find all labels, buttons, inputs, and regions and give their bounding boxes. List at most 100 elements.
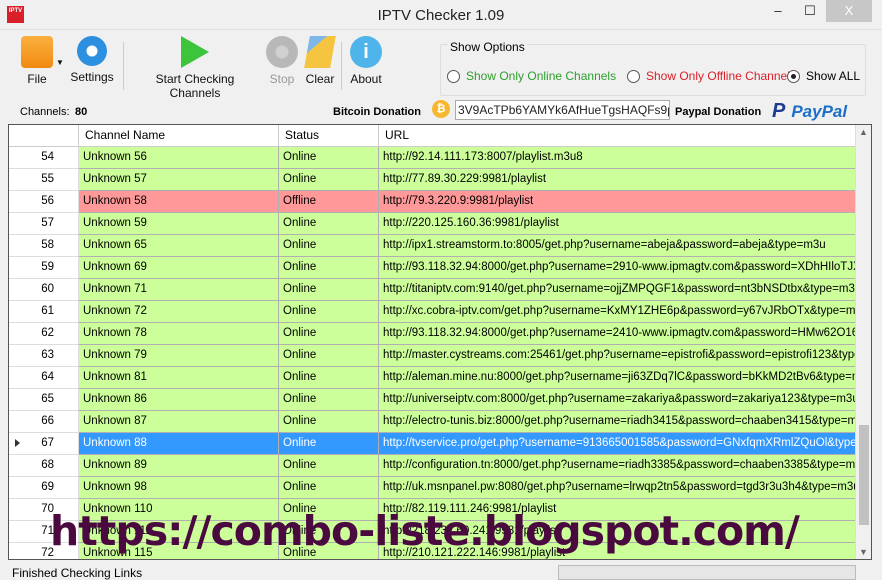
cell-channel-name[interactable]: Unknown 57 [79, 169, 279, 191]
row-number[interactable]: 63 [9, 345, 79, 367]
maximize-button[interactable]: ☐ [792, 0, 828, 22]
row-number[interactable]: 71 [9, 521, 79, 543]
table-row[interactable]: 63 Unknown 79 Online http://master.cystream… [9, 345, 857, 367]
scrollbar-thumb[interactable] [859, 425, 869, 525]
cell-url[interactable]: http://tvservice.pro/get.php?username=91… [379, 433, 856, 455]
cell-channel-name[interactable]: Unknown 72 [79, 301, 279, 323]
table-row[interactable]: 57 Unknown 59 Online http://220.125.160.36:… [9, 213, 857, 235]
scroll-down-icon[interactable]: ▼ [859, 547, 868, 557]
cell-channel-name[interactable]: Unknown 111 [79, 521, 279, 543]
cell-status[interactable]: Online [279, 411, 379, 433]
table-row[interactable]: 64 Unknown 81 Online http://aleman.mine.nu:… [9, 367, 857, 389]
table-row[interactable]: 55 Unknown 57 Online http://77.89.30.229:99… [9, 169, 857, 191]
cell-status[interactable]: Online [279, 301, 379, 323]
table-row[interactable]: 69 Unknown 98 Online http://uk.msnpanel.pw:… [9, 477, 857, 499]
stop-button[interactable]: Stop [264, 36, 300, 86]
table-row[interactable]: 61 Unknown 72 Online http://xc.cobra-iptv.c… [9, 301, 857, 323]
column-header-status[interactable]: Status [279, 125, 379, 146]
row-number[interactable]: 67 [9, 433, 79, 455]
cell-channel-name[interactable]: Unknown 79 [79, 345, 279, 367]
cell-status[interactable]: Online [279, 499, 379, 521]
table-row[interactable]: 71 Unknown 111 Online http://218.237.60.241… [9, 521, 857, 543]
cell-channel-name[interactable]: Unknown 78 [79, 323, 279, 345]
close-button[interactable]: X [826, 0, 872, 22]
row-number[interactable]: 60 [9, 279, 79, 301]
row-number[interactable]: 56 [9, 191, 79, 213]
row-number[interactable]: 65 [9, 389, 79, 411]
minimize-button[interactable]: – [760, 0, 796, 22]
radio-button[interactable] [787, 69, 800, 83]
radio-button[interactable] [447, 69, 460, 83]
cell-status[interactable]: Online [279, 323, 379, 345]
cell-status[interactable]: Online [279, 433, 379, 455]
cell-status[interactable]: Online [279, 389, 379, 411]
row-number[interactable]: 61 [9, 301, 79, 323]
row-number[interactable]: 55 [9, 169, 79, 191]
cell-url[interactable]: http://electro-tunis.biz:8000/get.php?us… [379, 411, 856, 433]
table-row[interactable]: 66 Unknown 87 Online http://electro-tunis.b… [9, 411, 857, 433]
column-header-url[interactable]: URL [379, 125, 856, 146]
cell-channel-name[interactable]: Unknown 87 [79, 411, 279, 433]
radio-show-offline[interactable]: Show Only Offline Channels [627, 69, 796, 83]
cell-url[interactable]: http://79.3.220.9:9981/playlist [379, 191, 856, 213]
cell-url[interactable]: http://92.14.111.173:8007/playlist.m3u8 [379, 147, 856, 169]
row-number[interactable]: 54 [9, 147, 79, 169]
cell-status[interactable]: Online [279, 543, 379, 559]
cell-channel-name[interactable]: Unknown 88 [79, 433, 279, 455]
table-row[interactable]: 70 Unknown 110 Online http://82.119.111.246… [9, 499, 857, 521]
settings-button[interactable]: Settings [70, 36, 114, 84]
cell-channel-name[interactable]: Unknown 110 [79, 499, 279, 521]
cell-channel-name[interactable]: Unknown 69 [79, 257, 279, 279]
cell-channel-name[interactable]: Unknown 98 [79, 477, 279, 499]
radio-button[interactable] [627, 69, 640, 83]
cell-status[interactable]: Online [279, 257, 379, 279]
cell-url[interactable]: http://93.118.32.94:8000/get.php?usernam… [379, 323, 856, 345]
row-number[interactable]: 58 [9, 235, 79, 257]
table-row[interactable]: 68 Unknown 89 Online http://configuration.t… [9, 455, 857, 477]
table-row[interactable]: 60 Unknown 71 Online http://titaniptv.com:9… [9, 279, 857, 301]
cell-status[interactable]: Online [279, 345, 379, 367]
column-header-channel-name[interactable]: Channel Name [79, 125, 279, 146]
table-row[interactable]: 65 Unknown 86 Online http://universeiptv.co… [9, 389, 857, 411]
cell-channel-name[interactable]: Unknown 115 [79, 543, 279, 559]
cell-status[interactable]: Online [279, 521, 379, 543]
file-button[interactable]: ▼ File [12, 36, 64, 86]
row-number[interactable]: 64 [9, 367, 79, 389]
radio-show-online[interactable]: Show Only Online Channels [447, 69, 616, 83]
cell-url[interactable]: http://master.cystreams.com:25461/get.ph… [379, 345, 856, 367]
cell-url[interactable]: http://aleman.mine.nu:8000/get.php?usern… [379, 367, 856, 389]
cell-url[interactable]: http://uk.msnpanel.pw:8080/get.php?usern… [379, 477, 856, 499]
cell-status[interactable]: Online [279, 367, 379, 389]
row-number[interactable]: 69 [9, 477, 79, 499]
vertical-scrollbar[interactable]: ▲ ▼ [855, 125, 871, 559]
cell-channel-name[interactable]: Unknown 81 [79, 367, 279, 389]
table-row[interactable]: 56 Unknown 58 Offline http://79.3.220.9:998… [9, 191, 857, 213]
cell-status[interactable]: Online [279, 455, 379, 477]
cell-status[interactable]: Online [279, 169, 379, 191]
cell-url[interactable]: http://77.89.30.229:9981/playlist [379, 169, 856, 191]
cell-url[interactable]: http://220.125.160.36:9981/playlist [379, 213, 856, 235]
table-row[interactable]: 67 Unknown 88 Online http://tvservice.pro/g… [9, 433, 857, 455]
cell-status[interactable]: Online [279, 147, 379, 169]
cell-channel-name[interactable]: Unknown 56 [79, 147, 279, 169]
start-checking-button[interactable]: Start Checking Channels [129, 36, 261, 100]
table-row[interactable]: 58 Unknown 65 Online http://ipx1.streamstor… [9, 235, 857, 257]
table-row[interactable]: 59 Unknown 69 Online http://93.118.32.94:80… [9, 257, 857, 279]
cell-channel-name[interactable]: Unknown 59 [79, 213, 279, 235]
cell-channel-name[interactable]: Unknown 58 [79, 191, 279, 213]
cell-channel-name[interactable]: Unknown 89 [79, 455, 279, 477]
paypal-logo[interactable]: P PayPal [772, 100, 847, 123]
cell-url[interactable]: http://titaniptv.com:9140/get.php?userna… [379, 279, 856, 301]
row-number[interactable]: 72 [9, 543, 79, 559]
cell-status[interactable]: Online [279, 235, 379, 257]
row-number[interactable]: 57 [9, 213, 79, 235]
cell-url[interactable]: http://93.118.32.94:8000/get.php?usernam… [379, 257, 856, 279]
table-row[interactable]: 62 Unknown 78 Online http://93.118.32.94:80… [9, 323, 857, 345]
scroll-up-icon[interactable]: ▲ [859, 127, 868, 137]
cell-url[interactable]: http://82.119.111.246:9981/playlist [379, 499, 856, 521]
cell-url[interactable]: http://210.121.222.146:9981/playlist [379, 543, 856, 559]
table-row[interactable]: 54 Unknown 56 Online http://92.14.111.173:8… [9, 147, 857, 169]
row-number[interactable]: 59 [9, 257, 79, 279]
about-button[interactable]: i About [346, 36, 386, 86]
row-number[interactable]: 68 [9, 455, 79, 477]
